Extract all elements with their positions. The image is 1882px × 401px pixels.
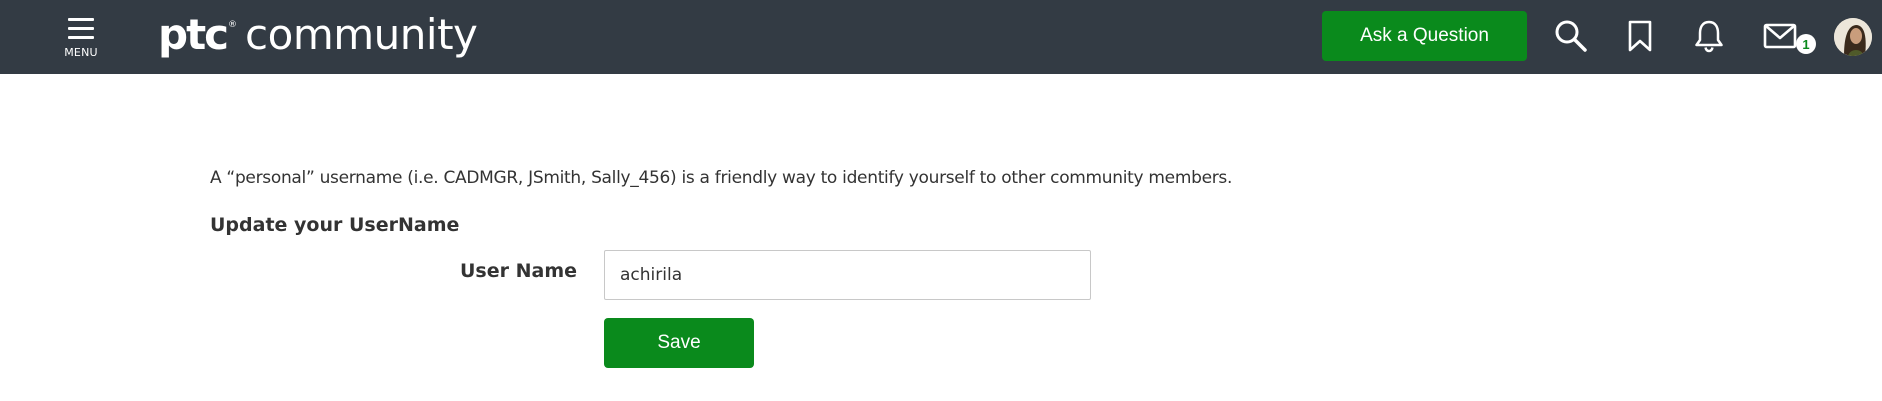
ptc-community-logo[interactable]: ptc ® community: [158, 10, 478, 60]
username-intro-text: A “personal” username (i.e. CADMGR, JSmi…: [210, 168, 1233, 188]
hamburger-menu-icon: [68, 18, 94, 40]
bookmark-icon: [1628, 20, 1652, 52]
bell-icon: [1695, 20, 1723, 53]
envelope-icon: [1763, 23, 1797, 49]
username-field-label: User Name: [460, 260, 578, 282]
logo-product-text: community: [245, 10, 478, 59]
messages-count-badge: 1: [1796, 34, 1816, 54]
section-heading: Update your UserName: [210, 214, 460, 236]
notifications-button[interactable]: [1689, 16, 1729, 56]
bookmarks-button[interactable]: [1620, 16, 1660, 56]
top-navigation-bar: MENU ptc ® community Ask a Question 1: [0, 0, 1882, 74]
save-button[interactable]: Save: [604, 318, 754, 368]
logo-registered-mark: ®: [228, 20, 238, 30]
user-avatar[interactable]: [1834, 18, 1872, 56]
avatar-image: [1834, 18, 1872, 56]
messages-button[interactable]: [1760, 16, 1800, 56]
ask-a-question-button[interactable]: Ask a Question: [1322, 11, 1527, 61]
logo-brand-text: ptc: [158, 10, 229, 59]
username-input[interactable]: [604, 250, 1091, 300]
menu-label: MENU: [64, 46, 98, 59]
menu-button[interactable]: MENU: [56, 14, 106, 66]
search-button[interactable]: [1551, 16, 1591, 56]
search-icon: [1555, 20, 1587, 52]
